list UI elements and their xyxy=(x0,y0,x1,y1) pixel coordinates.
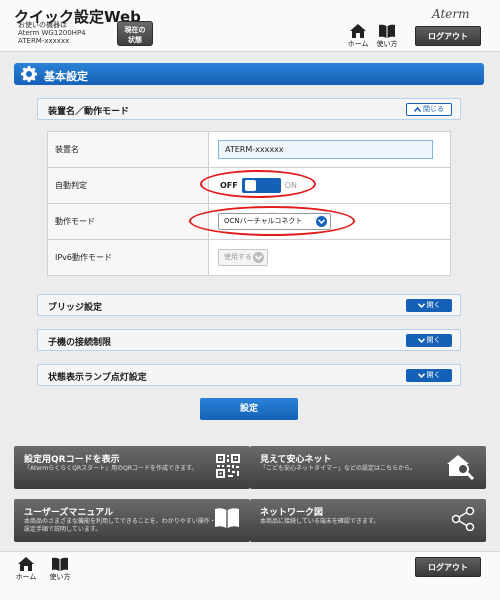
device-label: お使いの機器は xyxy=(18,21,67,29)
home-icon xyxy=(18,557,34,571)
device-model: Aterm WG1200HP4 xyxy=(18,29,86,37)
settings-table: 装置名 ATERM-xxxxxx 自動判定 OFF ON 動作モード OCNバー… xyxy=(47,131,451,276)
expand-button-label: 開く xyxy=(426,371,441,379)
footer-home-label: ホーム xyxy=(15,573,37,581)
footer-home-nav[interactable]: ホーム xyxy=(13,557,39,582)
book-icon xyxy=(215,508,239,528)
device-mode-card-label: 装置名／動作モード xyxy=(48,107,130,117)
chevron-up-icon xyxy=(413,106,422,112)
manual-tile-desc: 本商品のさまざまな機能を利用してできることを、わかりやすい操作・設定手順で説明し… xyxy=(24,518,216,533)
table-row: 装置名 ATERM-xxxxxx xyxy=(47,131,451,168)
home-icon xyxy=(350,24,366,38)
manual-nav[interactable]: 使い方 xyxy=(374,24,400,49)
bridge-card[interactable]: ブリッジ設定 開く xyxy=(37,294,461,316)
logout-button[interactable]: ログアウト xyxy=(415,26,481,46)
footer-manual-label: 使い方 xyxy=(49,573,71,581)
highlight-ellipse-operation-mode xyxy=(189,206,355,236)
safe-net-tile[interactable]: 見えて安心ネット 「こども安心ネットタイマー」などの設定はこちらから。 xyxy=(250,446,486,489)
footer-logout-button[interactable]: ログアウト xyxy=(415,557,481,577)
submit-button[interactable]: 設定 xyxy=(200,398,298,420)
book-icon xyxy=(379,24,395,38)
child-limit-card[interactable]: 子機の接続制限 開く xyxy=(37,329,461,351)
chevron-down-icon xyxy=(417,302,425,308)
brand-logo: Aterm xyxy=(432,7,470,21)
status-button-line1: 現在の xyxy=(124,26,146,34)
highlight-ellipse-auto-detect xyxy=(200,170,316,198)
footer-manual-nav[interactable]: 使い方 xyxy=(47,557,73,582)
expand-button[interactable]: 開く xyxy=(406,299,452,312)
collapse-button[interactable]: 閉じる xyxy=(406,103,452,116)
footer: ホーム 使い方 ログアウト xyxy=(0,551,500,600)
status-button-line2: 状態 xyxy=(128,36,142,44)
lamp-card[interactable]: 状態表示ランプ点灯設定 開く xyxy=(37,364,461,386)
bridge-card-label: ブリッジ設定 xyxy=(48,303,103,313)
expand-button-label: 開く xyxy=(426,301,441,309)
device-name-label: 装置名 xyxy=(47,131,209,168)
table-row: IPv6動作モード 使用する xyxy=(47,239,451,276)
safe-net-tile-title: 見えて安心ネット xyxy=(260,455,332,465)
manual-nav-label: 使い方 xyxy=(376,40,398,48)
home-nav[interactable]: ホーム xyxy=(345,24,371,49)
chevron-down-icon xyxy=(417,337,425,343)
network-map-tile[interactable]: ネットワーク図 本商品に接続している端末を確認できます。 xyxy=(250,499,486,542)
network-tile-desc: 本商品に接続している端末を確認できます。 xyxy=(260,518,380,525)
expand-button[interactable]: 開く xyxy=(406,369,452,382)
ipv6-mode-cell: 使用する xyxy=(208,239,451,276)
safe-net-tile-desc: 「こども安心ネットタイマー」などの設定はこちらから。 xyxy=(260,465,417,472)
ipv6-mode-value: 使用する xyxy=(224,253,252,261)
book-icon xyxy=(52,557,68,571)
auto-detect-label: 自動判定 xyxy=(47,167,209,204)
network-share-icon xyxy=(451,507,475,531)
network-tile-title: ネットワーク図 xyxy=(260,508,324,518)
ipv6-mode-label: IPv6動作モード xyxy=(47,239,209,276)
expand-button[interactable]: 開く xyxy=(406,334,452,347)
operation-mode-label: 動作モード xyxy=(47,203,209,240)
section-header: 基本設定 xyxy=(14,63,484,85)
expand-button-label: 開く xyxy=(426,336,441,344)
dropdown-icon xyxy=(253,252,264,263)
device-name-input[interactable]: ATERM-xxxxxx xyxy=(218,140,433,159)
current-status-button[interactable]: 現在の 状態 xyxy=(117,21,153,46)
lamp-card-label: 状態表示ランプ点灯設定 xyxy=(48,373,147,383)
header: クイック設定Web お使いの機器は Aterm WG1200HP4 ATERM-… xyxy=(0,0,500,52)
qr-tile-desc: 「AtermらくらくQRスタート」用のQRコードを作成できます。 xyxy=(24,465,198,472)
manual-tile-title: ユーザーズマニュアル xyxy=(24,508,114,518)
collapse-button-label: 閉じる xyxy=(423,105,444,113)
ipv6-mode-select[interactable]: 使用する xyxy=(218,249,268,266)
section-title: 基本設定 xyxy=(44,70,88,83)
gear-icon xyxy=(21,66,37,82)
device-name: ATERM-xxxxxx xyxy=(18,37,70,45)
home-search-icon xyxy=(447,455,475,480)
device-name-cell: ATERM-xxxxxx xyxy=(208,131,451,168)
chevron-down-icon xyxy=(417,372,425,378)
child-limit-card-label: 子機の接続制限 xyxy=(48,338,112,348)
qr-code-icon xyxy=(216,454,240,478)
qr-code-tile[interactable]: 設定用QRコードを表示 「AtermらくらくQRスタート」用のQRコードを作成で… xyxy=(14,446,250,489)
user-manual-tile[interactable]: ユーザーズマニュアル 本商品のさまざまな機能を利用してできることを、わかりやすい… xyxy=(14,499,250,542)
device-mode-card: 装置名／動作モード 閉じる xyxy=(37,98,461,120)
home-nav-label: ホーム xyxy=(347,40,369,48)
qr-tile-title: 設定用QRコードを表示 xyxy=(24,455,120,465)
